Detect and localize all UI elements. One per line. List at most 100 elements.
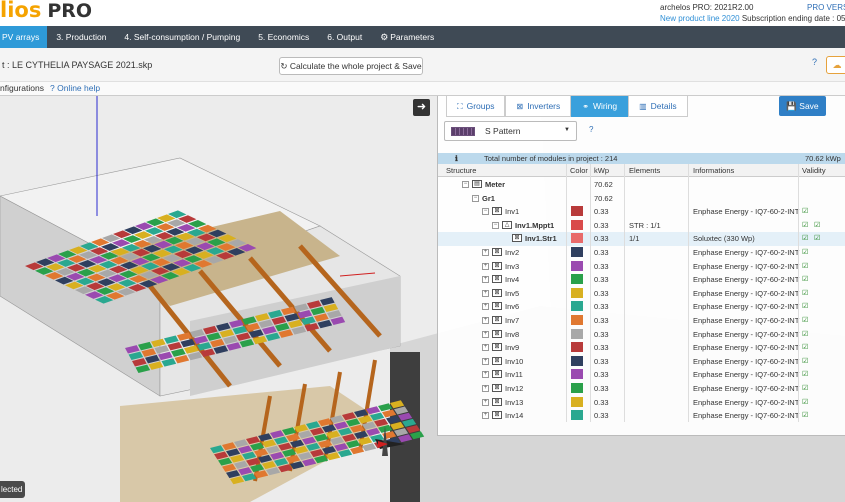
table-row[interactable]: + ⊠ Inv5 0.33 Enphase Energy - IQ7-60-2-INT ☑ (438, 287, 845, 301)
inverter-icon: ⊠ (492, 411, 502, 420)
color-swatch[interactable] (571, 219, 583, 230)
table-row[interactable]: + ⊠ Inv9 0.33 Enphase Energy - IQ7-60-2-INT ☑ (438, 341, 845, 355)
row-info: Enphase Energy - IQ7-60-2-INT (693, 343, 800, 353)
column-header-4[interactable]: Informations (693, 166, 734, 175)
nav-tab-3[interactable]: 5. Economics (249, 26, 318, 48)
row-info: Enphase Energy - IQ7-60-2-INT (693, 275, 800, 285)
panel-tab-details[interactable]: ▥ Details (628, 96, 688, 117)
table-row[interactable]: + ⊠ Inv10 0.33 Enphase Energy - IQ7-60-2-INT… (438, 355, 845, 369)
color-swatch[interactable] (571, 410, 583, 421)
column-header-0[interactable]: Structure (446, 166, 476, 175)
column-header-5[interactable]: Validity (802, 166, 826, 175)
row-kwp: 70.62 (594, 193, 613, 203)
color-swatch[interactable] (571, 301, 583, 312)
color-swatch[interactable] (571, 260, 583, 271)
mppt-icon: △ (502, 220, 512, 229)
help-icon[interactable]: ? (812, 57, 817, 67)
online-help-link[interactable]: ? Online help (50, 83, 100, 93)
table-row[interactable]: + ⊠ Inv13 0.33 Enphase Energy - IQ7-60-2-INT… (438, 396, 845, 410)
expand-toggle-icon[interactable]: + (482, 317, 489, 324)
table-row[interactable]: − △ Inv1.Mppt1 0.33 STR : 1/1 ☑ ☑ (438, 219, 845, 233)
row-kwp: 0.33 (594, 207, 609, 217)
refresh-icon: ↻ (280, 61, 290, 71)
table-row[interactable]: − Gr1 70.62 (438, 192, 845, 206)
row-kwp: 0.33 (594, 384, 609, 393)
color-swatch[interactable] (571, 274, 583, 285)
table-row[interactable]: + ⊠ Inv14 0.33 Enphase Energy - IQ7-60-2-INT… (438, 409, 845, 423)
pattern-swatch (451, 127, 475, 136)
table-row[interactable]: + ⊠ Inv11 0.33 Enphase Energy - IQ7-60-2-INT… (438, 368, 845, 382)
configurations-label[interactable]: nfigurations (0, 83, 44, 93)
column-header-2[interactable]: kWp (594, 166, 609, 175)
table-row[interactable]: − ▤ Meter 70.62 (438, 178, 845, 192)
table-row[interactable]: + ⊠ Inv6 0.33 Enphase Energy - IQ7-60-2-INT ☑ (438, 300, 845, 314)
link-icon: ⚭ (582, 102, 589, 111)
color-swatch[interactable] (571, 247, 583, 257)
column-header-3[interactable]: Elements (629, 166, 660, 175)
color-swatch[interactable] (571, 233, 583, 244)
table-row[interactable]: ⊠ Inv1.Str1 0.33 1/1 Soluxtec (330 Wp) ☑ ☑ (438, 232, 845, 246)
row-info: Enphase Energy - IQ7-60-2-INT (693, 397, 800, 407)
row-name: Inv4 (505, 275, 520, 285)
color-swatch[interactable] (571, 355, 583, 366)
expand-toggle-icon[interactable]: + (482, 289, 489, 297)
expand-toggle-icon[interactable]: + (482, 344, 489, 352)
nav-tab-2[interactable]: 4. Self-consumption / Pumping (115, 26, 249, 48)
new-product-link[interactable]: New product line 2020 (660, 14, 740, 23)
column-divider (798, 164, 799, 422)
table-row[interactable]: + ⊠ Inv4 0.33 Enphase Energy - IQ7-60-2-INT ☑ (438, 273, 845, 287)
row-name: Inv10 (505, 356, 524, 366)
pattern-help-icon[interactable]: ? (589, 125, 593, 134)
expand-toggle-icon[interactable]: + (482, 330, 489, 338)
expand-toggle-icon[interactable]: − (472, 194, 479, 202)
pattern-select[interactable]: S Pattern ▼ (444, 121, 577, 141)
expand-toggle-icon[interactable]: − (492, 221, 499, 229)
table-row[interactable]: + ⊠ Inv3 0.33 Enphase Energy - IQ7-60-2-INT ☑ (438, 260, 845, 274)
table-row[interactable]: − ⊠ Inv1 0.33 Enphase Energy - IQ7-60-2-INT ☑ (438, 205, 845, 219)
color-swatch[interactable] (571, 396, 583, 407)
panel-tab-groups[interactable]: ⛶ Groups (446, 96, 506, 117)
color-swatch[interactable] (571, 342, 583, 353)
row-info: Enphase Energy - IQ7-60-2-INT (693, 207, 800, 217)
nav-tab-0[interactable]: PV arrays (0, 26, 48, 48)
color-swatch[interactable] (571, 369, 583, 380)
expand-toggle-icon[interactable]: − (482, 208, 489, 216)
color-swatch[interactable] (571, 328, 583, 339)
column-header-1[interactable]: Color (570, 166, 588, 175)
calculate-save-button[interactable]: ↻ Calculate the whole project & Save (279, 57, 423, 75)
expand-panel-button[interactable]: ➜ (413, 99, 430, 116)
nav-tab-5[interactable]: ⚙ Parameters (371, 26, 443, 48)
expand-toggle-icon[interactable]: + (482, 303, 489, 311)
valid-check-icon: ☑ (802, 221, 809, 229)
expand-toggle-icon[interactable]: − (462, 181, 469, 188)
expand-toggle-icon[interactable]: + (482, 357, 489, 365)
expand-toggle-icon[interactable]: + (482, 371, 489, 379)
table-row[interactable]: + ⊠ Inv8 0.33 Enphase Energy - IQ7-60-2-INT ☑ (438, 328, 845, 342)
expand-toggle-icon[interactable]: + (482, 385, 489, 392)
cloud-icon[interactable]: ☁ (826, 56, 845, 74)
color-swatch[interactable] (571, 206, 583, 217)
expand-toggle-icon[interactable]: + (482, 249, 489, 256)
panel-tab-wiring[interactable]: ⚭ Wiring (571, 96, 629, 117)
row-kwp: 0.33 (594, 288, 609, 298)
nav-tab-1[interactable]: 3. Production (47, 26, 115, 48)
color-swatch[interactable] (571, 287, 583, 298)
nav-tab-4[interactable]: 6. Output (318, 26, 371, 48)
inverter-icon: ⊠ (492, 207, 502, 216)
table-row[interactable]: + ⊠ Inv12 0.33 Enphase Energy - IQ7-60-2-INT… (438, 382, 845, 396)
panel-tab-inverters[interactable]: ⊠ Inverters (505, 96, 572, 117)
save-button[interactable]: 💾 Save (779, 96, 826, 116)
valid-check-icon: ☑ (802, 398, 809, 406)
color-swatch[interactable] (571, 315, 583, 325)
expand-toggle-icon[interactable]: + (482, 412, 489, 420)
table-row[interactable]: + ⊠ Inv7 0.33 Enphase Energy - IQ7-60-2-INT ☑ (438, 314, 845, 328)
row-kwp: 0.33 (594, 343, 609, 353)
column-divider (624, 164, 625, 422)
expand-toggle-icon[interactable]: + (482, 262, 489, 270)
expand-toggle-icon[interactable]: + (482, 276, 489, 284)
table-row[interactable]: + ⊠ Inv2 0.33 Enphase Energy - IQ7-60-2-INT ☑ (438, 246, 845, 260)
expand-toggle-icon[interactable]: + (482, 398, 489, 406)
row-name: Inv6 (505, 302, 520, 312)
color-swatch[interactable] (571, 383, 583, 393)
row-name: Inv12 (505, 384, 524, 393)
